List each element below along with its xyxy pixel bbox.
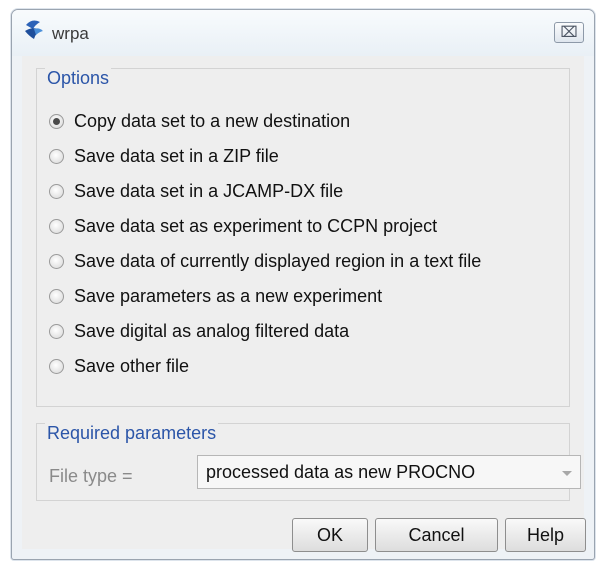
option-copy-data-set[interactable]: Copy data set to a new destination bbox=[49, 109, 350, 133]
cancel-button[interactable]: Cancel bbox=[375, 518, 498, 552]
radio-icon[interactable] bbox=[49, 288, 64, 304]
help-button[interactable]: Help bbox=[505, 518, 586, 552]
close-button[interactable]: ⌧ bbox=[554, 22, 584, 43]
ok-button[interactable]: OK bbox=[292, 518, 368, 552]
option-save-ccpn-project[interactable]: Save data set as experiment to CCPN proj… bbox=[49, 214, 437, 238]
radio-icon[interactable] bbox=[49, 358, 64, 374]
option-label: Save data set in a ZIP file bbox=[74, 145, 279, 166]
option-label: Copy data set to a new destination bbox=[74, 110, 351, 131]
required-parameters-legend: Required parameters bbox=[45, 423, 219, 444]
file-type-value: processed data as new PROCNO bbox=[206, 461, 476, 482]
options-legend: Options bbox=[45, 68, 112, 89]
option-save-other-file[interactable]: Save other file bbox=[49, 354, 189, 378]
radio-icon[interactable] bbox=[49, 183, 64, 199]
dialog-content: Options Copy data set to a new destinati… bbox=[22, 56, 586, 552]
radio-icon[interactable] bbox=[49, 113, 64, 129]
option-label: Save data set as experiment to CCPN proj… bbox=[74, 215, 438, 236]
option-label: Save data of currently displayed region … bbox=[74, 250, 482, 271]
chevron-down-icon[interactable] bbox=[562, 471, 572, 476]
radio-icon[interactable] bbox=[49, 253, 64, 269]
option-label: Save data set in a JCAMP-DX file bbox=[74, 180, 344, 201]
option-save-jcamp-dx[interactable]: Save data set in a JCAMP-DX file bbox=[49, 179, 343, 203]
radio-icon[interactable] bbox=[49, 323, 64, 339]
file-type-select[interactable]: processed data as new PROCNO bbox=[197, 455, 581, 489]
window-title: wrpa bbox=[52, 24, 89, 43]
required-parameters-group: Required parameters File type = processe… bbox=[36, 423, 581, 501]
option-save-parameters[interactable]: Save parameters as a new experiment bbox=[49, 284, 382, 308]
option-label: Save other file bbox=[74, 355, 190, 376]
option-save-region-text[interactable]: Save data of currently displayed region … bbox=[49, 249, 481, 273]
radio-icon[interactable] bbox=[49, 148, 64, 164]
option-save-digital-analog[interactable]: Save digital as analog filtered data bbox=[49, 319, 349, 343]
option-save-zip[interactable]: Save data set in a ZIP file bbox=[49, 144, 279, 168]
dialog-window: wrpa ⌧ Options Copy data set to a new de… bbox=[11, 9, 595, 560]
title-bar[interactable]: wrpa ⌧ bbox=[12, 10, 594, 56]
option-label: Save digital as analog filtered data bbox=[74, 320, 350, 341]
option-label: Save parameters as a new experiment bbox=[74, 285, 383, 306]
app-icon bbox=[25, 20, 43, 39]
options-group: Options Copy data set to a new destinati… bbox=[36, 68, 570, 407]
close-icon: ⌧ bbox=[560, 24, 578, 41]
file-type-label: File type = bbox=[49, 466, 133, 486]
radio-icon[interactable] bbox=[49, 218, 64, 234]
